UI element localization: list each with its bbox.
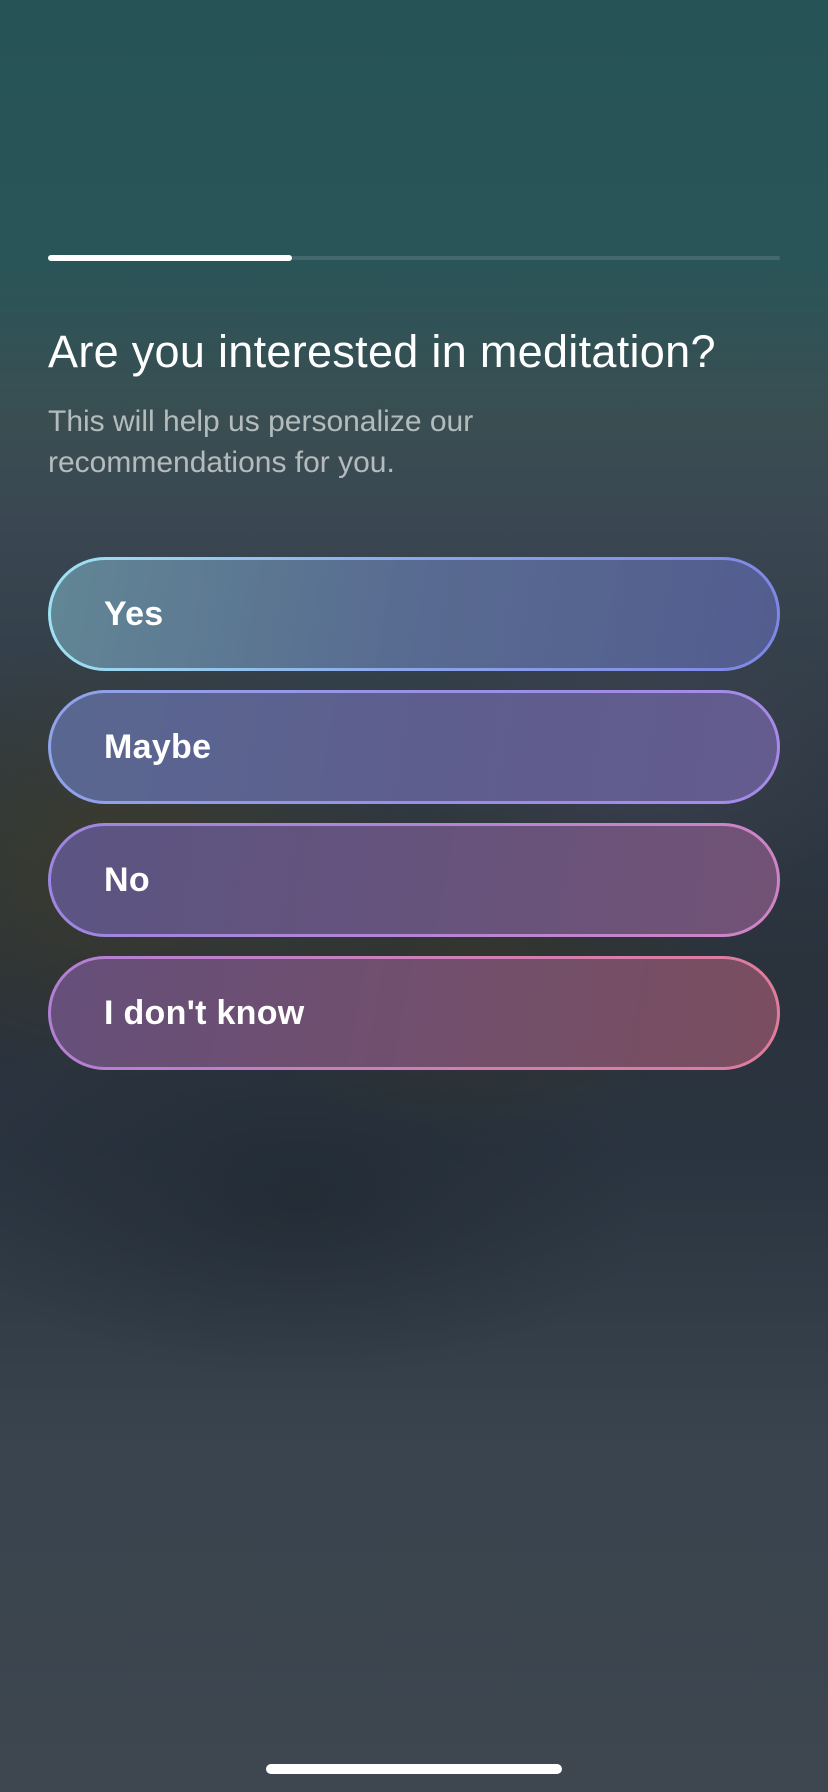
question-title: Are you interested in meditation? [48,326,716,377]
option-maybe-button[interactable]: Maybe [48,690,780,804]
home-indicator[interactable] [266,1764,562,1774]
option-label: Yes [104,594,164,633]
question-subtitle: This will help us personalize our recomm… [48,405,474,479]
option-yes-button[interactable]: Yes [48,557,780,671]
progress-bar-fill [48,255,292,261]
option-label: I don't know [104,993,305,1032]
option-no-button[interactable]: No [48,823,780,937]
option-label: No [104,860,150,899]
option-dont-know-button[interactable]: I don't know [48,956,780,1070]
progress-bar [48,255,780,261]
option-label: Maybe [104,727,212,766]
answer-options: Yes Maybe No I don't know [48,557,780,1089]
